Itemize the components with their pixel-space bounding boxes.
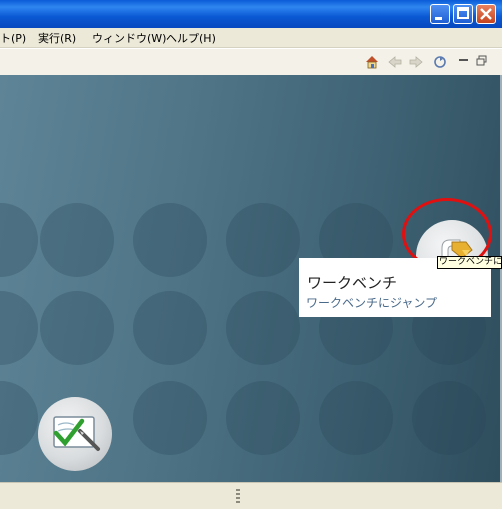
workbench-tooltip: ワークベンチに <box>437 256 502 269</box>
workbench-description[interactable]: ワークベンチにジャンプ <box>306 294 437 311</box>
tutorials-button[interactable] <box>38 397 112 471</box>
view-toolbar <box>0 48 502 76</box>
menu-run[interactable]: 実行(R) <box>38 30 76 46</box>
decorative-circle <box>40 203 114 277</box>
menu-project[interactable]: ト(P) <box>0 30 26 46</box>
decorative-circle <box>412 381 486 455</box>
menu-bar: ト(P) 実行(R) ウィンドウ(W) ヘルプ(H) <box>0 28 502 48</box>
window-minimize-button[interactable] <box>430 4 450 24</box>
menu-window[interactable]: ウィンドウ(W) <box>92 30 166 46</box>
menu-help[interactable]: ヘルプ(H) <box>166 30 216 46</box>
decorative-circle <box>0 203 38 277</box>
tutorials-icon <box>53 416 100 451</box>
decorative-circle <box>226 381 300 455</box>
minimize-view-icon[interactable] <box>456 53 472 69</box>
decorative-circle <box>133 291 207 365</box>
decorative-circle <box>133 381 207 455</box>
decorative-circle <box>0 291 38 365</box>
home-icon[interactable] <box>364 54 380 70</box>
window-titlebar <box>0 0 502 28</box>
decorative-circle <box>226 291 300 365</box>
maximize-view-icon[interactable] <box>474 53 490 69</box>
sync-icon[interactable] <box>432 54 448 70</box>
decorative-circle <box>226 203 300 277</box>
decorative-circle <box>40 291 114 365</box>
window-maximize-button[interactable] <box>453 4 473 24</box>
maximize-icon <box>457 7 469 19</box>
decorative-circle <box>319 381 393 455</box>
status-grip[interactable] <box>236 489 240 503</box>
decorative-circle <box>133 203 207 277</box>
close-icon <box>480 8 492 20</box>
decorative-circle <box>0 381 38 455</box>
minimize-icon <box>435 17 442 20</box>
status-bar <box>0 482 502 509</box>
workbench-title: ワークベンチ <box>307 274 398 292</box>
back-arrow-icon[interactable] <box>387 54 403 70</box>
window-close-button[interactable] <box>476 4 496 24</box>
forward-arrow-icon[interactable] <box>408 54 424 70</box>
